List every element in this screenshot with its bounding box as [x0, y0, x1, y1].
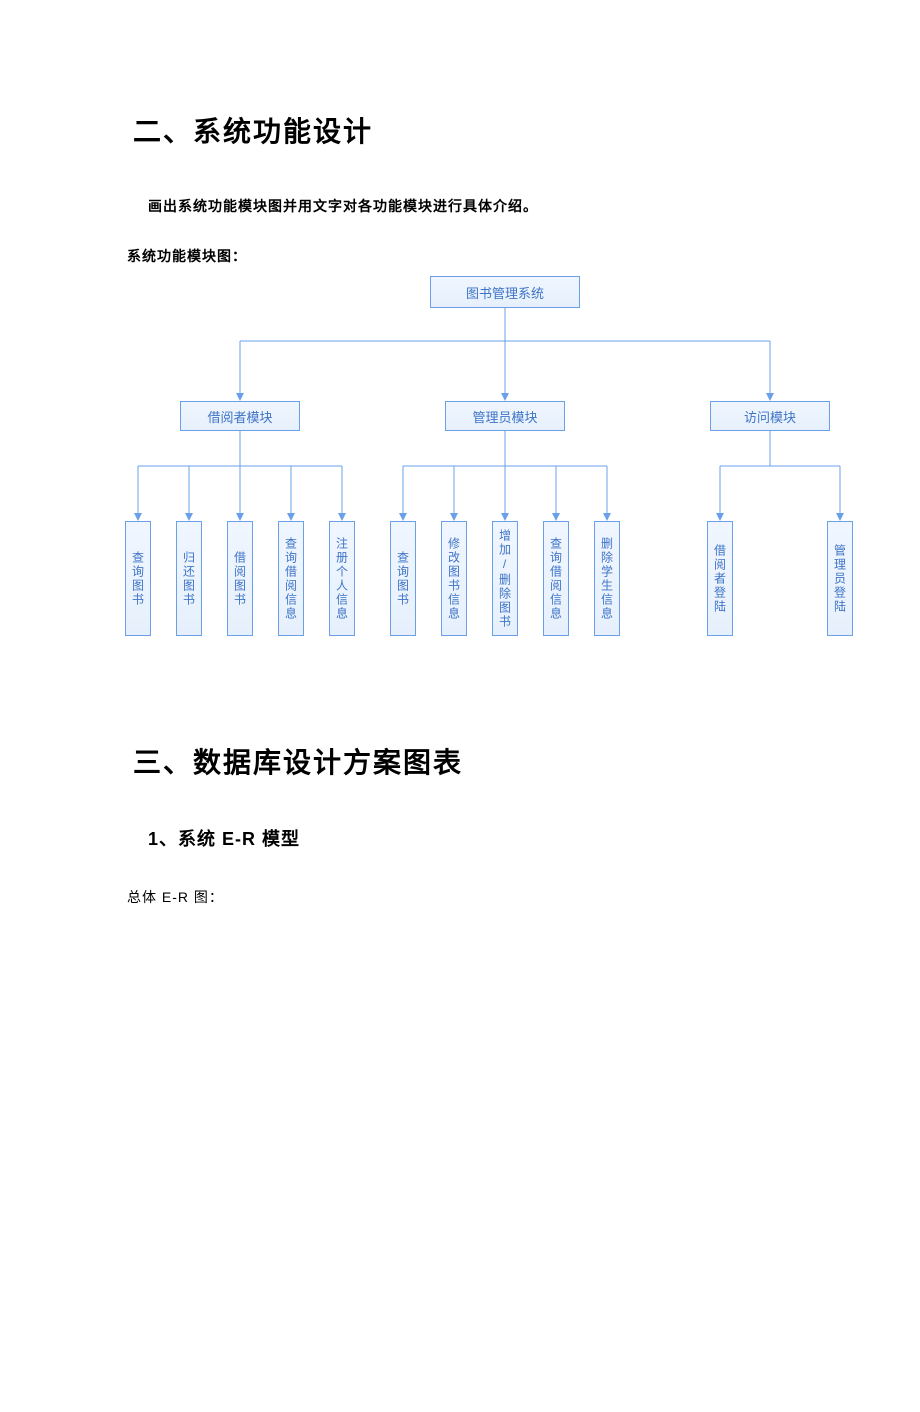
leaf-borrower-1: 归还图书: [176, 521, 202, 636]
leaf-borrower-0: 查询图书: [125, 521, 151, 636]
leaf-access-1: 管理员登陆: [827, 521, 853, 636]
leaf-admin-0: 查询图书: [390, 521, 416, 636]
section-3-subheading: 1、系统 E-R 模型: [148, 825, 920, 851]
leaf-admin-1: 修改图书信息: [441, 521, 467, 636]
diagram-caption: 系统功能模块图：: [127, 246, 920, 266]
leaf-borrower-4: 注册个人信息: [329, 521, 355, 636]
node-access-module: 访问模块: [710, 401, 830, 431]
leaf-borrower-3: 查询借阅信息: [278, 521, 304, 636]
node-borrower-module: 借阅者模块: [180, 401, 300, 431]
section-2-intro: 画出系统功能模块图并用文字对各功能模块进行具体介绍。: [148, 196, 920, 216]
leaf-borrower-2: 借阅图书: [227, 521, 253, 636]
section-2-heading: 二、系统功能设计: [133, 110, 920, 150]
er-caption: 总体 E-R 图：: [127, 887, 920, 907]
section-3-heading: 三、数据库设计方案图表: [133, 741, 920, 781]
leaf-admin-4: 删除学生信息: [594, 521, 620, 636]
node-admin-module: 管理员模块: [445, 401, 565, 431]
node-root: 图书管理系统: [430, 276, 580, 308]
leaf-admin-3: 查询借阅信息: [543, 521, 569, 636]
leaf-access-0: 借阅者登陆: [707, 521, 733, 636]
leaf-admin-2: 增加/删除图书: [492, 521, 518, 636]
function-module-diagram: 图书管理系统 借阅者模块 管理员模块 访问模块 查询图书 归还图书 借阅图书 查…: [80, 276, 860, 671]
